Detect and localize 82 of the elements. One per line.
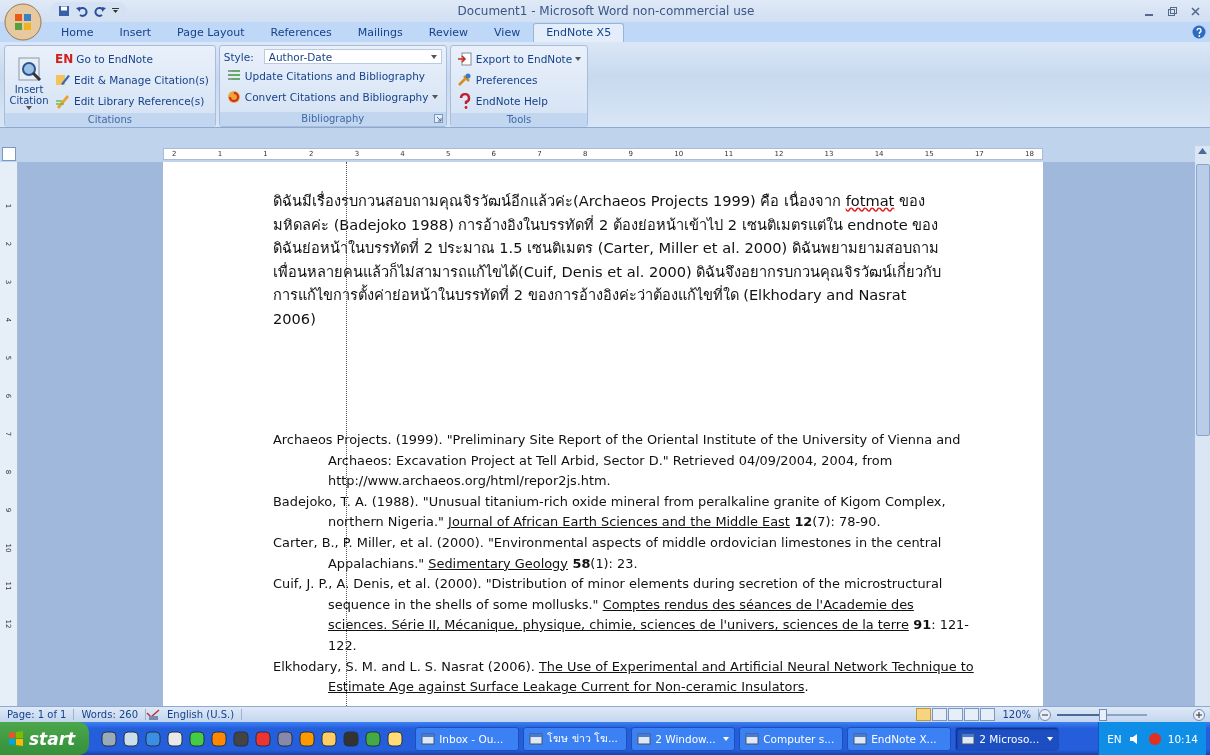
window-icon bbox=[421, 731, 436, 746]
taskbar-button[interactable]: Inbox - Ou... bbox=[415, 726, 520, 751]
program-icon[interactable] bbox=[365, 730, 382, 747]
proofing-icon[interactable] bbox=[146, 708, 161, 721]
window-icon bbox=[745, 731, 760, 746]
ribbon-button[interactable]: Edit Library Reference(s) bbox=[53, 91, 211, 110]
reference-entry: Carter, B., P. Miller, et al. (2000). "Environmental aspects of middle ordovician limestones in the central Appalachians." Sedimentary Geology 58(1): 23. bbox=[273, 533, 943, 573]
taskbar-button[interactable]: โฆษ ข่าว โฆ... bbox=[523, 726, 628, 751]
ribbon-tab[interactable]: References bbox=[257, 23, 345, 42]
program-icon[interactable] bbox=[299, 730, 316, 747]
program-icon[interactable] bbox=[167, 730, 184, 747]
ribbon-button[interactable]: Preferences bbox=[454, 70, 584, 89]
ribbon-button[interactable]: Update Citations and Bibliography bbox=[223, 66, 442, 85]
view-button[interactable] bbox=[932, 708, 948, 722]
window-icon bbox=[637, 731, 652, 746]
endnote-icon: EN bbox=[55, 51, 74, 66]
vertical-scrollbar[interactable] bbox=[1195, 146, 1210, 707]
ribbon-button[interactable]: EndNote Help bbox=[454, 91, 584, 110]
undo-icon[interactable] bbox=[76, 5, 88, 17]
restore-icon[interactable] bbox=[1168, 6, 1177, 16]
program-icon[interactable] bbox=[189, 730, 206, 747]
window-title: Document1 - Microsoft Word non-commercial use bbox=[456, 4, 756, 18]
scroll-up-icon[interactable] bbox=[1198, 148, 1207, 154]
reference-entry: Archaeos Projects. (1999). "Preliminary Site Report of the Oriental Institute of the University of Vienna and Archaeos: Excavation Project at Tell Arbid, Sector D." Retrieved 04/09/2004, 2004, from http://www.archaeos.org/html/repor2js.htm. bbox=[273, 431, 962, 491]
insert-citation-button[interactable]: Insert Citation bbox=[9, 49, 49, 110]
group-label: Citations bbox=[5, 113, 215, 127]
ribbon-tab[interactable]: Mailings bbox=[344, 23, 416, 42]
view-button[interactable] bbox=[964, 708, 980, 722]
ribbon-button[interactable]: EN Go to EndNote bbox=[53, 49, 211, 68]
window-icon bbox=[961, 731, 976, 746]
magnifier-document-icon bbox=[15, 56, 43, 84]
taskbar-button[interactable]: 2 Microso... bbox=[955, 726, 1060, 751]
ribbon-tab[interactable]: Review bbox=[415, 23, 482, 42]
body-paragraph: ดิฉันมีเรื่องรบกวนสอบถามคุณจิรวัฒน์อีกแล้วค่ะ(Archaeos Projects 1999) คือ เนื่องจาก fotmat ของมหิดลค่ะ (Badejoko 1988) การอ้างอิงในบรรทัดที่ 2 ต้องย่อหน้าเข้าไป 2 เซนติเมตรแต่ใน endnote ของดิฉันย่อหน้าในบรรทัดที่ 2 ประมาณ 1.5 เซนติเมตร (Carter, Miller et al. 2000) ดิฉันพยามยามสอบถามเพื่อนหลายคนแล้วก็ไม่สามารถแก้ไขได้(Cuif, Denis et al. 2000) ดิฉันจึงอยากรบกวนคุณจิรวัฒน์เกี่ยวกับการแก้ไขการตั้งค่าย่อหน้าในบรรทัดที่ 2 ของการอ้างอิงค่ะว่าต้องแก้ไขที่ใด (Elkhodary and Nasrat 2006) bbox=[273, 190, 943, 329]
ribbon-button[interactable]: Convert Citations and Bibliography bbox=[223, 87, 442, 106]
caret-icon bbox=[430, 54, 437, 59]
ribbon-tab[interactable]: Home bbox=[48, 23, 107, 42]
ribbon-tab[interactable]: Insert bbox=[106, 23, 165, 42]
tab-selector-icon[interactable] bbox=[2, 147, 16, 161]
ribbon-tab[interactable]: View bbox=[481, 23, 534, 42]
ribbon-tab[interactable]: EndNote X5 bbox=[533, 23, 625, 42]
customize-icon[interactable] bbox=[112, 8, 119, 14]
ribbon-button[interactable]: Edit & Manage Citation(s) bbox=[53, 70, 211, 89]
page-count[interactable]: Page: 1 of 1 bbox=[0, 709, 75, 721]
windows-flag-icon bbox=[8, 730, 24, 747]
program-icon[interactable] bbox=[211, 730, 228, 747]
help-icon[interactable] bbox=[1192, 25, 1206, 39]
start-button[interactable]: start bbox=[0, 722, 90, 755]
ribbon-tab[interactable]: Page Layout bbox=[164, 23, 258, 42]
clock: 10:14 bbox=[1167, 732, 1198, 745]
program-icon[interactable] bbox=[387, 730, 404, 747]
program-icon[interactable] bbox=[321, 730, 338, 747]
close-icon[interactable] bbox=[1191, 6, 1200, 16]
program-icon[interactable] bbox=[101, 730, 118, 747]
office-button[interactable] bbox=[4, 3, 42, 41]
reference-entry: Elkhodary, S. M. and L. S. Nasrat (2006). The Use of Experimental and Artificial Neural Network Technique to Estimate Age against Surface Leakage Current for Non-ceramic Insulators. bbox=[273, 657, 975, 697]
group-label: Bibliography bbox=[219, 112, 446, 126]
taskbar-button[interactable]: 2 Window... bbox=[631, 726, 736, 751]
zoom-out-icon[interactable] bbox=[1039, 708, 1051, 721]
dialog-launcher-icon[interactable] bbox=[433, 114, 443, 123]
save-icon[interactable] bbox=[58, 5, 70, 17]
word-count[interactable]: Words: 260 bbox=[74, 709, 147, 721]
document-arrow-icon bbox=[456, 50, 473, 67]
zoom-in-icon[interactable] bbox=[1193, 708, 1205, 721]
window-icon bbox=[853, 731, 868, 746]
view-button[interactable] bbox=[980, 708, 996, 722]
window-icon bbox=[529, 731, 544, 746]
language-indicator[interactable]: English (U.S.) bbox=[160, 709, 243, 721]
scroll-thumb[interactable] bbox=[1195, 164, 1210, 436]
reference-entry: Cuif, J. P., A. Denis, et al. (2000). "Distribution of minor elements during secretion of the microstructural sequence in the shells of some mollusks." Comptes rendus des séances de l'Academie des sciences. Série II, Mécanique, physique, chimie, sciences de l'univers, sciences de la terre 91: 121-122. bbox=[273, 575, 970, 655]
group-label: Tools bbox=[450, 113, 588, 127]
redo-icon[interactable] bbox=[94, 5, 106, 17]
circular-arrow-icon bbox=[225, 88, 242, 105]
pencil-list-icon bbox=[55, 92, 71, 109]
program-icon[interactable] bbox=[123, 730, 140, 747]
taskbar-button[interactable]: EndNote X... bbox=[847, 726, 952, 751]
taskbar-button[interactable]: Computer s... bbox=[739, 726, 844, 751]
zoom-slider-thumb[interactable] bbox=[1099, 708, 1107, 721]
ribbon-button[interactable]: Export to EndNote bbox=[454, 49, 584, 68]
view-button[interactable] bbox=[948, 708, 964, 722]
style-label: Style: bbox=[223, 50, 254, 63]
style-dropdown[interactable]: Author-Date bbox=[263, 49, 442, 64]
